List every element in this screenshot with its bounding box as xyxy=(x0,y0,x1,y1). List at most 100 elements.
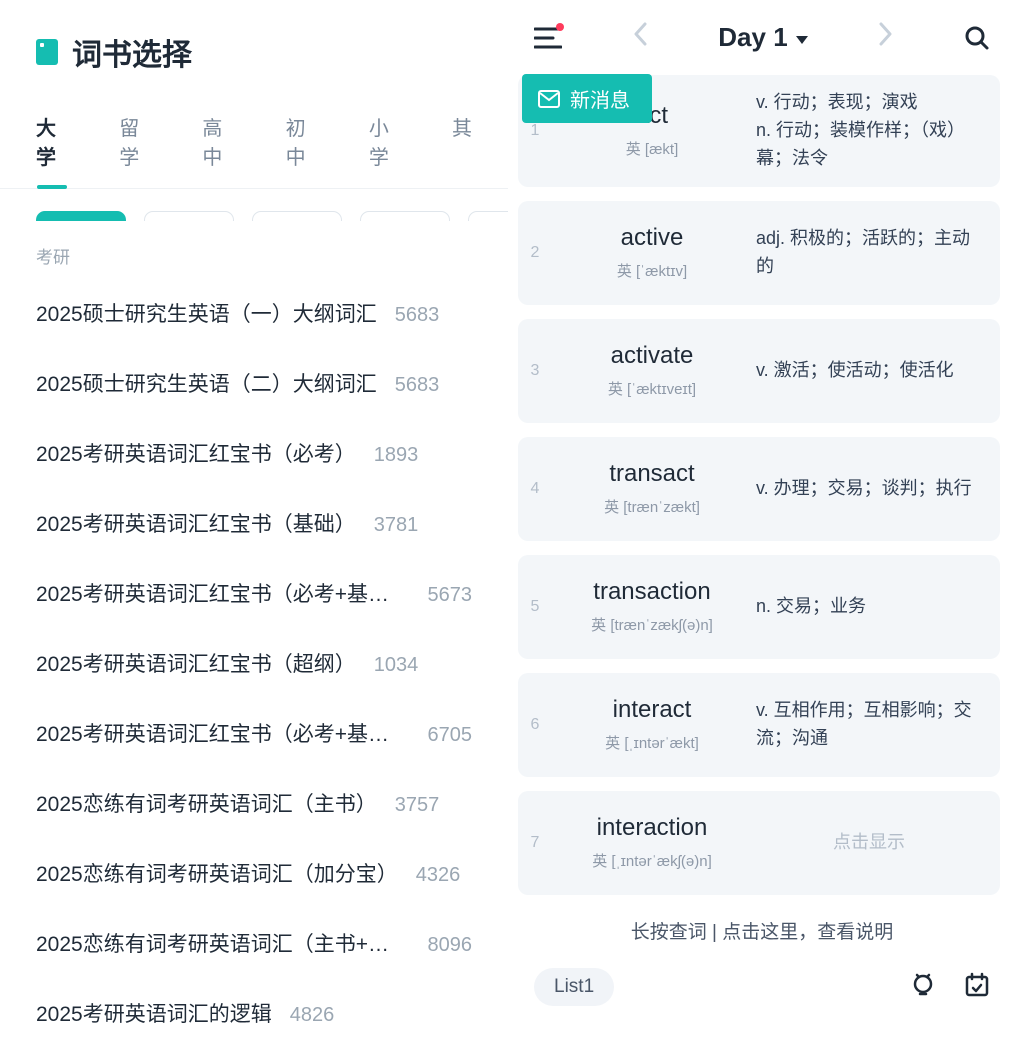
book-name: 2025恋练有词考研英语词汇（主书+加… xyxy=(36,928,410,958)
chevron-down-icon xyxy=(796,36,808,44)
prev-day-button[interactable] xyxy=(625,22,655,53)
book-name: 2025考研英语词汇红宝书（必考） xyxy=(36,438,356,468)
book-count: 3781 xyxy=(374,514,419,537)
word-card[interactable]: 5transaction英 [trænˈzækʃ(ə)n]n. 交易；业务 xyxy=(518,555,1000,659)
book-row[interactable]: 2025考研英语词汇红宝书（基础）3781 xyxy=(36,488,472,558)
word-index: 4 xyxy=(518,437,552,541)
book-name: 2025硕士研究生英语（二）大纲词汇 xyxy=(36,368,377,398)
book-select-panel: 词书选择 大学留学高中初中小学其 考研四级六级专四专八 考研 2025硕士研究生… xyxy=(0,0,508,1024)
book-row[interactable]: 2025考研英语词汇的逻辑4826 xyxy=(36,978,472,1048)
reveal-button[interactable]: 点击显示 xyxy=(752,791,1000,895)
word-pronunciation: 英 [ˈæktɪveɪt] xyxy=(608,378,696,399)
word-study-panel: Day 1 新消息 1act英 [ækt]v. 行动；表现；演戏 n. 行动；装… xyxy=(508,0,1016,1024)
book-count: 3757 xyxy=(395,794,440,817)
word-head: activate 英 [ˈæktɪveɪt] xyxy=(552,319,752,423)
right-footer: List1 xyxy=(508,958,1016,1024)
book-name: 2025恋练有词考研英语词汇（加分宝） xyxy=(36,858,398,888)
word-pronunciation: 英 [ˈæktɪv] xyxy=(617,260,687,281)
book-row[interactable]: 2025恋练有词考研英语词汇（加分宝） 4326 xyxy=(36,838,472,908)
book-row[interactable]: 2025恋练有词考研英语词汇（主书） 3757 xyxy=(36,768,472,838)
tab-大学[interactable]: 大学 xyxy=(36,102,67,188)
book-count: 5683 xyxy=(395,374,440,397)
book-row[interactable]: 2025考研英语词汇红宝书（超纲） 1034 xyxy=(36,628,472,698)
menu-icon[interactable] xyxy=(534,27,562,49)
pill-四级[interactable]: 四级 xyxy=(144,211,234,221)
word-card[interactable]: 7 interaction 英 [ˌɪntərˈækʃ(ə)n] 点击显示 xyxy=(518,791,1000,895)
word-card[interactable]: 4 transact 英 [trænˈzækt] v. 办理；交易；谈判；执行 xyxy=(518,437,1000,541)
notification-dot-icon xyxy=(556,23,564,31)
word-english: interaction xyxy=(597,814,708,842)
book-count: 1034 xyxy=(374,654,419,677)
day-label: Day 1 xyxy=(718,22,787,53)
lightbulb-icon[interactable] xyxy=(910,972,936,1003)
book-row[interactable]: 2025硕士研究生英语（二）大纲词汇 5683 xyxy=(36,348,472,418)
tab-其[interactable]: 其 xyxy=(452,102,472,188)
word-pronunciation: 英 [trænˈzækʃ(ə)n] xyxy=(591,614,713,635)
word-card[interactable]: 3 activate 英 [ˈæktɪveɪt] v. 激活；使活动；使活化 xyxy=(518,319,1000,423)
word-definition: v. 行动；表现；演戏 n. 行动；装模作样；（戏）幕；法令 xyxy=(752,75,1000,187)
book-count: 1893 xyxy=(374,444,419,467)
category-tabs: 大学留学高中初中小学其 xyxy=(0,102,508,189)
pill-六级[interactable]: 六级 xyxy=(252,211,342,221)
word-definition: adj. 积极的；活跃的；主动的 xyxy=(752,201,1000,305)
word-definition: v. 互相作用；互相影响；交流；沟通 xyxy=(752,673,1000,777)
word-english: interact xyxy=(613,696,692,724)
next-day-button[interactable] xyxy=(871,22,901,53)
word-definition: v. 激活；使活动；使活化 xyxy=(752,319,1000,423)
word-english: transaction xyxy=(593,578,710,606)
book-row[interactable]: 2025考研英语词汇红宝书（必考） 1893 xyxy=(36,418,472,488)
word-pronunciation: 英 [trænˈzækt] xyxy=(604,496,700,517)
right-header: Day 1 xyxy=(508,0,1016,69)
book-row[interactable]: 2025考研英语词汇红宝书（必考+基础）5673 xyxy=(36,558,472,628)
book-name: 2025考研英语词汇红宝书（必考+基础） xyxy=(36,578,410,608)
book-row[interactable]: 2025硕士研究生英语（一）大纲词汇 5683 xyxy=(36,278,472,348)
notice-text: 新消息 xyxy=(570,84,630,113)
page-title: 词书选择 xyxy=(72,30,192,74)
book-count: 4326 xyxy=(416,864,461,887)
word-list: 1act英 [ækt]v. 行动；表现；演戏 n. 行动；装模作样；（戏）幕；法… xyxy=(508,69,1016,903)
book-name: 2025恋练有词考研英语词汇（主书） xyxy=(36,788,377,818)
book-count: 6705 xyxy=(428,724,473,747)
pill-专八[interactable]: 专八 xyxy=(468,211,508,221)
section-label: 考研 xyxy=(0,221,508,278)
tab-留学[interactable]: 留学 xyxy=(119,102,150,188)
footer-icons xyxy=(910,972,990,1003)
hint-bar[interactable]: 长按查词 | 点击这里，查看说明 xyxy=(508,903,1016,958)
day-selector[interactable]: Day 1 xyxy=(718,22,807,53)
mail-icon xyxy=(538,90,560,108)
book-row[interactable]: 2025考研英语词汇红宝书（必考+基础… 6705 xyxy=(36,698,472,768)
word-index: 6 xyxy=(518,673,552,777)
word-index: 7 xyxy=(518,791,552,895)
word-english: transact xyxy=(609,460,694,488)
word-index: 2 xyxy=(518,201,552,305)
word-pronunciation: 英 [ˌɪntərˈækʃ(ə)n] xyxy=(592,850,712,871)
word-index: 3 xyxy=(518,319,552,423)
word-english: active xyxy=(621,224,684,252)
word-card[interactable]: 2 active 英 [ˈæktɪv] adj. 积极的；活跃的；主动的 xyxy=(518,201,1000,305)
book-name: 2025硕士研究生英语（一）大纲词汇 xyxy=(36,298,377,328)
pill-考研[interactable]: 考研 xyxy=(36,211,126,221)
tab-初中[interactable]: 初中 xyxy=(286,102,317,188)
word-head: transaction 英 [trænˈzækʃ(ə)n] xyxy=(552,555,752,659)
book-name: 2025考研英语词汇红宝书（超纲） xyxy=(36,648,356,678)
book-row[interactable]: 2025恋练有词考研英语词汇（主书+加…8096 xyxy=(36,908,472,978)
word-head: transact 英 [trænˈzækt] xyxy=(552,437,752,541)
calendar-icon[interactable] xyxy=(964,972,990,1003)
search-icon[interactable] xyxy=(964,25,990,51)
tab-高中[interactable]: 高中 xyxy=(202,102,233,188)
word-pronunciation: 英 [ˌɪntərˈækt] xyxy=(605,732,699,753)
word-head: interact 英 [ˌɪntərˈækt] xyxy=(552,673,752,777)
word-definition: n. 交易；业务 xyxy=(752,555,1000,659)
pill-专四[interactable]: 专四 xyxy=(360,211,450,221)
word-card[interactable]: 6 interact 英 [ˌɪntərˈækt] v. 互相作用；互相影响；交流；沟… xyxy=(518,673,1000,777)
word-definition: v. 办理；交易；谈判；执行 xyxy=(752,437,1000,541)
book-count: 5683 xyxy=(395,304,440,327)
book-icon xyxy=(36,39,58,65)
list-chip[interactable]: List1 xyxy=(534,968,614,1006)
new-message-banner[interactable]: 新消息 xyxy=(522,74,652,123)
word-english: activate xyxy=(611,342,694,370)
book-list: 2025硕士研究生英语（一）大纲词汇56832025硕士研究生英语（二）大纲词汇… xyxy=(0,278,508,1048)
tab-小学[interactable]: 小学 xyxy=(369,102,400,188)
book-name: 2025考研英语词汇红宝书（必考+基础… xyxy=(36,718,410,748)
title-row: 词书选择 xyxy=(0,30,508,102)
